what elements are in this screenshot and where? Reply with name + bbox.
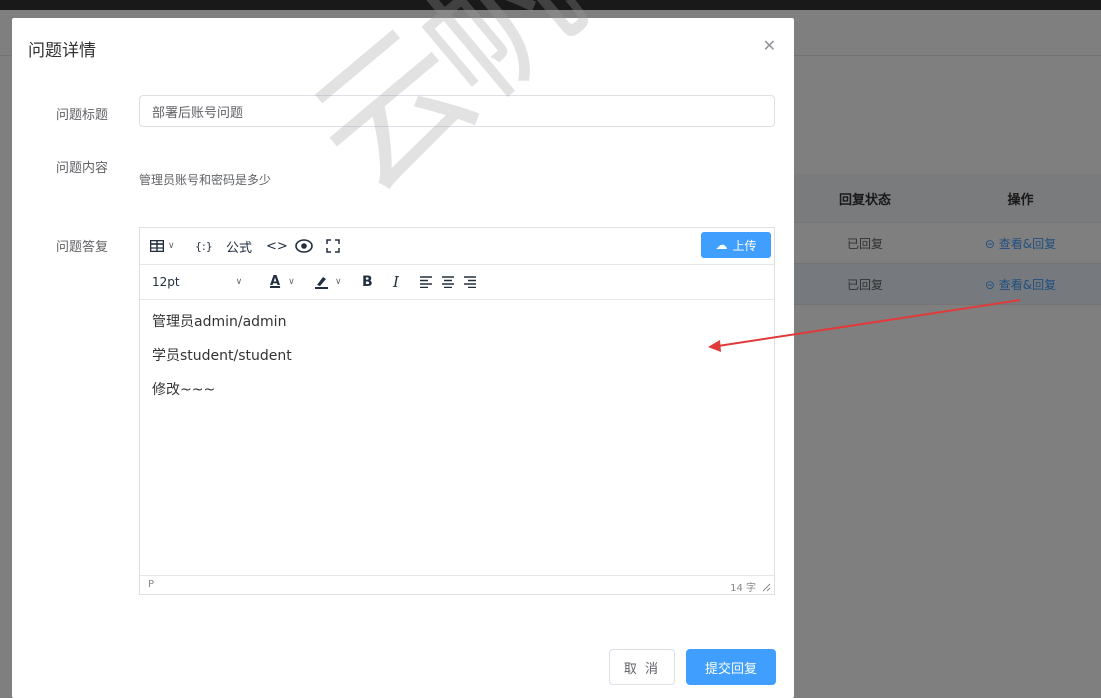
dialog-title: 问题详情 — [28, 41, 96, 61]
title-input[interactable] — [139, 95, 775, 127]
font-size-select[interactable]: 12pt ∨ — [152, 264, 242, 299]
title-label: 问题标题 — [56, 108, 109, 123]
highlight-icon[interactable]: ∨ — [314, 264, 342, 299]
align-left-icon[interactable] — [419, 264, 433, 299]
cloud-upload-icon: ☁ — [715, 238, 728, 252]
cancel-button[interactable]: 取 消 — [609, 649, 675, 685]
chevron-down-icon: ∨ — [335, 276, 342, 287]
chevron-down-icon: ∨ — [168, 241, 175, 251]
submit-reply-button[interactable]: 提交回复 — [686, 649, 776, 685]
editor-toolbar-format: 12pt ∨ A ∨ ∨ B I — [140, 264, 774, 300]
template-button[interactable]: {:} — [195, 228, 213, 264]
italic-button[interactable]: I — [393, 264, 399, 299]
reply-editor: ∨ {:} 公式 <> ☁ 上传 12pt ∨ A ∨ ∨ B I 管理员adm… — [139, 227, 775, 595]
code-button[interactable]: <> — [266, 228, 288, 264]
word-count: 14 字 — [730, 583, 756, 594]
editor-statusbar: P 14 字 — [140, 575, 774, 594]
close-icon[interactable]: ✕ — [763, 38, 776, 54]
content-value: 管理员账号和密码是多少 — [139, 173, 272, 187]
editor-content[interactable]: 管理员admin/admin 学员student/student 修改~~~ — [140, 299, 774, 577]
fullscreen-icon[interactable] — [326, 228, 340, 264]
chevron-down-icon: ∨ — [288, 276, 295, 287]
question-detail-dialog: 问题详情 ✕ 问题标题 问题内容 管理员账号和密码是多少 问题答复 ∨ {:} … — [12, 18, 794, 698]
align-center-icon[interactable] — [441, 264, 455, 299]
element-path: P — [148, 579, 155, 590]
editor-line: 修改~~~ — [152, 382, 216, 398]
bold-button[interactable]: B — [362, 264, 373, 299]
reply-label: 问题答复 — [56, 240, 109, 255]
content-label: 问题内容 — [56, 161, 109, 176]
align-right-icon[interactable] — [463, 264, 477, 299]
font-color-icon[interactable]: A ∨ — [270, 264, 295, 299]
chevron-down-icon: ∨ — [235, 276, 243, 287]
table-icon[interactable]: ∨ — [150, 228, 175, 264]
upload-button[interactable]: ☁ 上传 — [701, 232, 771, 258]
formula-button[interactable]: 公式 — [226, 228, 252, 264]
editor-line: 学员student/student — [152, 348, 292, 364]
editor-toolbar-top: ∨ {:} 公式 <> ☁ 上传 — [140, 228, 774, 265]
resize-handle-icon[interactable] — [761, 582, 771, 592]
eye-icon[interactable] — [295, 228, 313, 264]
editor-line: 管理员admin/admin — [152, 314, 287, 330]
